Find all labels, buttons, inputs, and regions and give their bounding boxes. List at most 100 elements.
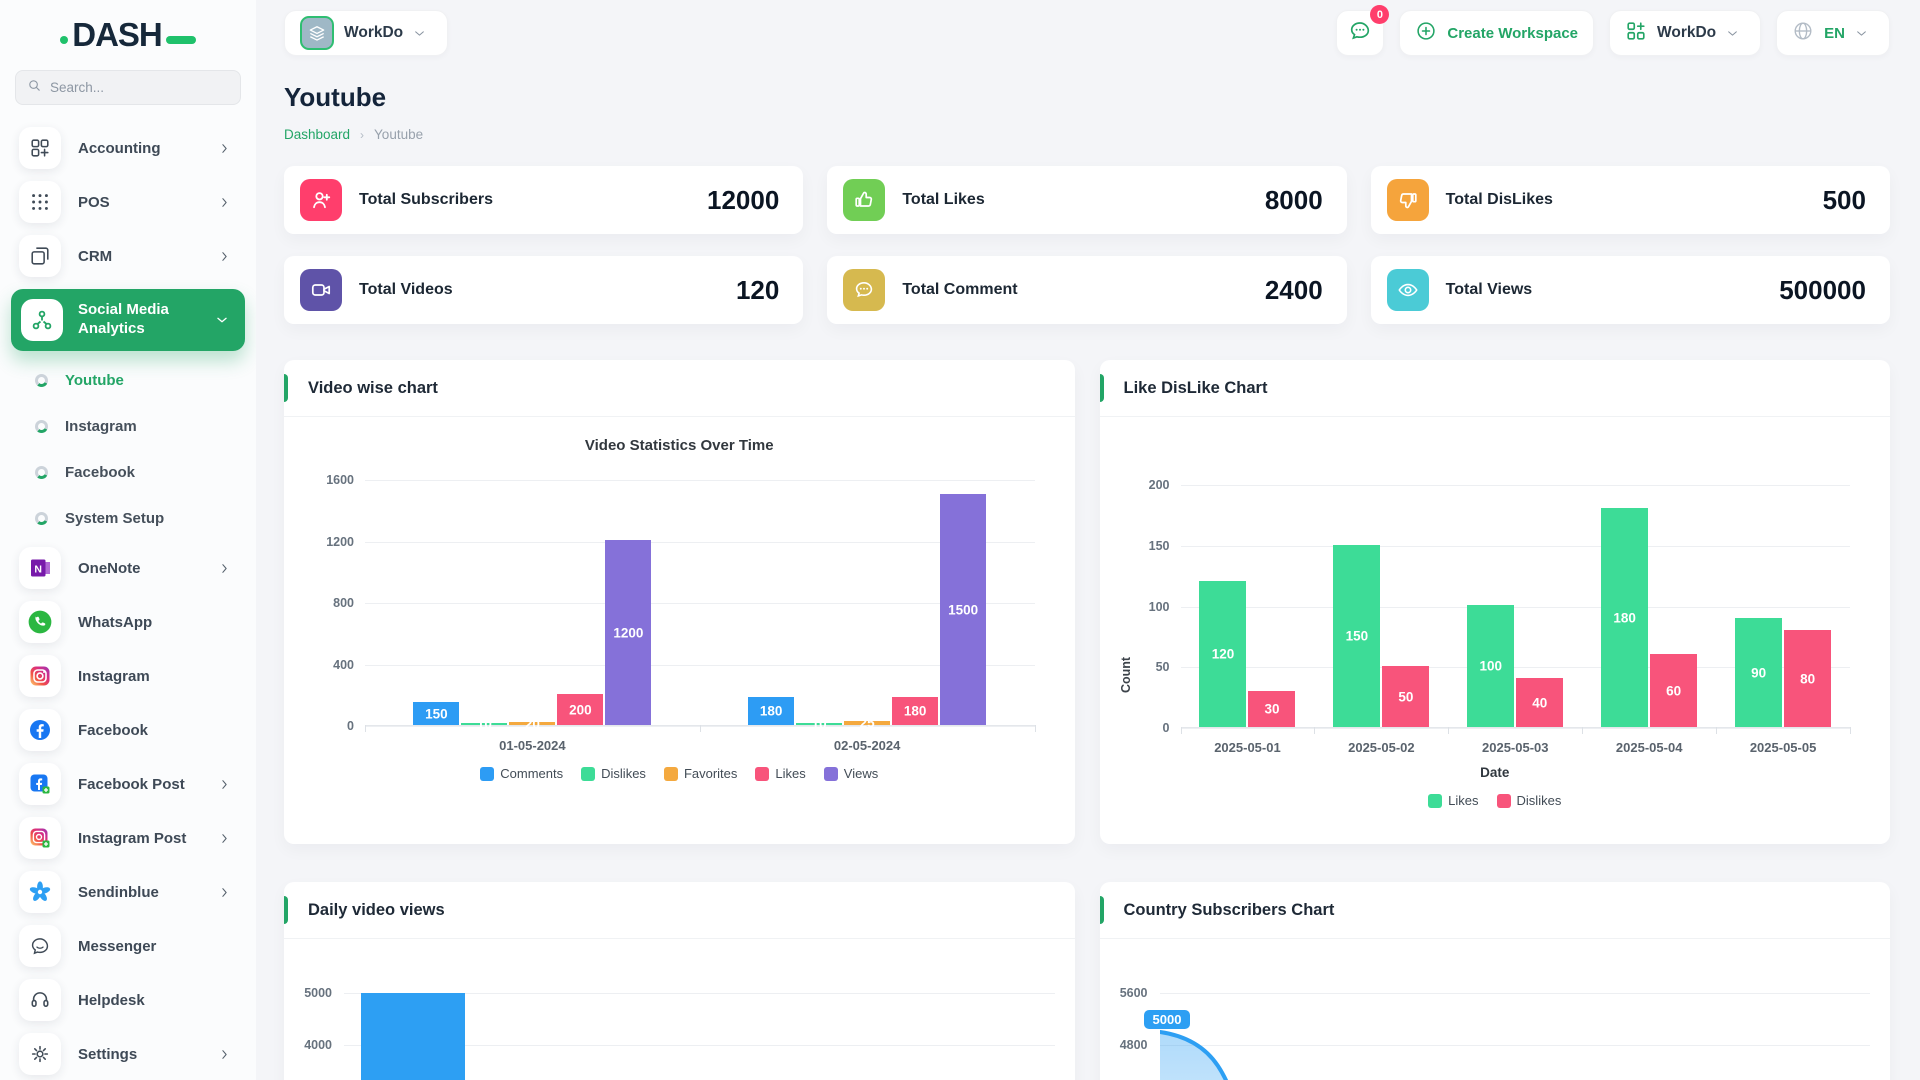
video-camera-icon — [300, 269, 342, 311]
y-tick-label: 1200 — [326, 534, 354, 549]
bar-value-label: 40 — [1532, 695, 1548, 710]
chart-legend: Comments Dislikes Favorites Likes Views — [310, 766, 1049, 781]
sidebar-item-social-media-analytics[interactable]: Social Media Analytics — [11, 289, 245, 351]
x-tickmark — [1850, 727, 1851, 734]
progress-ring-icon — [35, 419, 48, 433]
category-slot: 180 60 — [1582, 485, 1716, 727]
bar-value-label: 90 — [1751, 665, 1767, 680]
category-slot: 120 30 — [1181, 485, 1315, 727]
sidebar-item-instagram-post[interactable]: Instagram Post — [15, 817, 241, 859]
sidebar-item-facebook[interactable]: Facebook — [15, 709, 241, 751]
sidebar-item-instagram[interactable]: Instagram — [15, 655, 241, 697]
workspace-button[interactable]: WorkDo — [284, 10, 449, 56]
bar-slots: 150 10 20 200 1200 180 10 25 180 1500 — [365, 480, 1035, 732]
chevron-right-icon — [218, 142, 237, 155]
bar-slots: 120 30 150 50 100 40 180 60 90 80 — [1181, 485, 1851, 727]
instagram-icon — [19, 655, 61, 697]
progress-ring-icon — [35, 465, 48, 479]
workdo-grid-icon — [1625, 20, 1647, 47]
card-title: Daily video views — [308, 900, 445, 919]
thumbs-up-icon — [843, 179, 886, 221]
workspace-button-label: WorkDo — [344, 24, 404, 41]
sidebar-item-onenote[interactable]: N OneNote — [15, 547, 241, 589]
messages-button[interactable]: 0 — [1336, 5, 1390, 56]
sidebar-item-messenger[interactable]: Messenger — [15, 925, 241, 967]
language-selector[interactable]: EN — [1776, 10, 1890, 56]
chevron-right-icon: › — [360, 127, 365, 142]
legend-item-likes[interactable]: Likes — [1428, 793, 1479, 808]
legend-item-dislikes[interactable]: Dislikes — [1496, 793, 1561, 808]
eye-icon — [1386, 269, 1429, 311]
search-input[interactable] — [50, 80, 229, 95]
y-tick-label: 150 — [1148, 538, 1170, 553]
legend-item-dislikes[interactable]: Dislikes — [581, 766, 646, 781]
category-slot: 90 80 — [1716, 485, 1850, 727]
x-tick-label: 2025-05-03 — [1482, 740, 1549, 755]
sidebar-subitem-label: Instagram — [65, 417, 137, 435]
legend-item-comments[interactable]: Comments — [480, 766, 563, 781]
video-statistics-chart: Video Statistics Over Time 0 400 800 1200 160… — [284, 417, 1075, 781]
logo-dash — [165, 36, 196, 44]
bar-favorites-02-05-2024: 25 — [844, 716, 891, 731]
sidebar-item-crm[interactable]: CRM — [15, 235, 241, 277]
stat-card-total-dislikes: Total DisLikes 500 — [1370, 166, 1890, 234]
stat-value: 120 — [735, 274, 780, 305]
y-tick-label: 50 — [1155, 660, 1170, 675]
legend-label: Likes — [775, 766, 806, 781]
y-tick-label: 0 — [347, 719, 354, 733]
chat-bubble-icon — [1348, 19, 1372, 48]
legend-item-likes[interactable]: Likes — [755, 766, 806, 781]
bar-value-label: 150 — [425, 706, 448, 721]
chevron-right-icon — [218, 562, 237, 575]
sidebar-item-whatsapp[interactable]: WhatsApp — [15, 601, 241, 643]
create-workspace-button[interactable]: Create Workspace — [1399, 10, 1595, 56]
legend-item-views[interactable]: Views — [823, 766, 878, 781]
chevron-right-icon — [218, 250, 237, 263]
legend-swatch — [663, 766, 678, 781]
x-tick-label: 2025-05-02 — [1348, 740, 1415, 755]
legend-swatch — [755, 766, 770, 781]
sidebar-item-accounting[interactable]: Accounting — [15, 127, 241, 169]
card-title: Country Subscribers Chart — [1123, 900, 1335, 919]
instagram-post-icon — [19, 817, 61, 859]
bar-dislikes-02-05-2024: 10 — [796, 717, 843, 732]
sidebar-item-sendinblue[interactable]: Sendinblue — [15, 871, 241, 913]
workspace-switcher[interactable]: WorkDo — [1609, 10, 1762, 56]
sidebar-item-settings[interactable]: Settings — [15, 1033, 241, 1075]
bar-value-label: 60 — [1666, 683, 1682, 698]
bar-value-label: 100 — [1479, 658, 1503, 674]
legend-label: Likes — [1448, 793, 1479, 808]
legend-item-favorites[interactable]: Favorites — [663, 766, 737, 781]
chevron-right-icon — [218, 1048, 237, 1061]
sidebar-item-helpdesk[interactable]: Helpdesk — [15, 979, 241, 1021]
sidebar-subitem-label: System Setup — [65, 509, 165, 527]
category-slot: 180 10 25 180 1500 — [700, 480, 1035, 732]
card-header: Country Subscribers Chart — [1099, 882, 1890, 939]
messages-badge: 0 — [1370, 5, 1390, 24]
logo-dot — [60, 36, 69, 44]
sidebar-item-label: Social Media Analytics — [78, 301, 169, 337]
sidebar-subitem-facebook-analytics[interactable]: Facebook — [35, 455, 241, 489]
sidebar-subitem-youtube[interactable]: Youtube — [35, 363, 241, 397]
stat-value: 12000 — [707, 184, 780, 215]
bar-dislikes-2025-05-01: 30 — [1248, 691, 1296, 727]
dash-logo[interactable]: DASH — [15, 0, 241, 70]
bar-likes-2025-05-04: 180 — [1601, 508, 1649, 727]
daily-views-chart: 5000 4000 — [304, 948, 1055, 1080]
like-dislike-chart: 0 50 100 150 200 120 30 150 50 100 40 180 60 90 80 Coun… — [1100, 478, 1891, 808]
x-tickmark — [1034, 725, 1036, 732]
breadcrumb-dashboard-link[interactable]: Dashboard — [284, 127, 350, 142]
helpdesk-icon — [19, 979, 61, 1021]
x-tickmark — [1448, 727, 1450, 734]
sidebar-subitem-system-setup[interactable]: System Setup — [35, 501, 241, 535]
sidebar-item-facebook-post[interactable]: Facebook Post — [15, 763, 241, 805]
facebook-icon — [19, 709, 61, 751]
facebook-post-icon — [19, 763, 61, 805]
bar-value-label: 180 — [759, 703, 783, 719]
sendinblue-icon — [19, 871, 61, 913]
sidebar-item-pos[interactable]: POS — [15, 181, 241, 223]
x-tickmark — [1716, 727, 1718, 734]
sidebar-subitem-instagram-analytics[interactable]: Instagram — [35, 409, 241, 443]
sidebar-item-label: Settings — [78, 1045, 138, 1063]
card-header: Daily video views — [284, 882, 1075, 939]
